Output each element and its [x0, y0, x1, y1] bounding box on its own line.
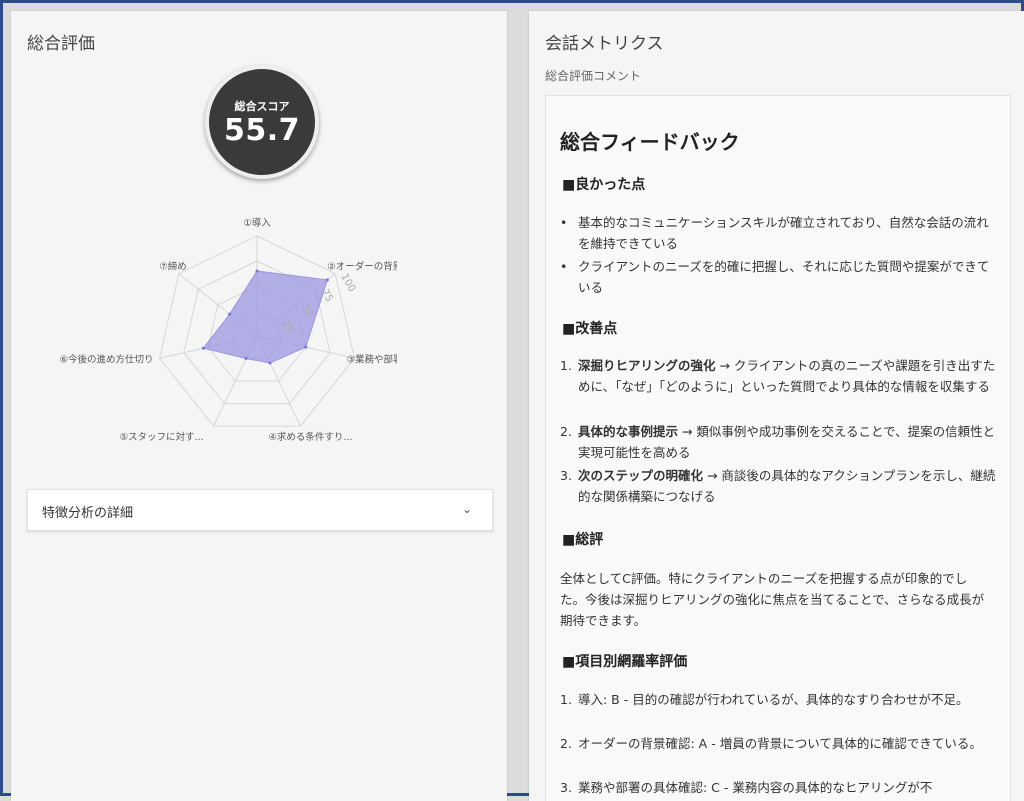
- radar-axis-label: ②オーダーの背景確認: [327, 261, 397, 273]
- feedback-box: 総合フィードバック ■良かった点 • 基本的なコミュニケーションスキルが確立され…: [545, 95, 1011, 801]
- radar-data-point: [255, 269, 259, 273]
- radar-axis-label: ④求める条件すり...: [268, 431, 352, 443]
- comment-label: 総合評価コメント: [545, 69, 642, 83]
- summary-text: 全体としてC評価。特にクライアントのニーズを把握する点が印象的でした。今後は深掘…: [560, 571, 985, 628]
- radar-tick-label: 100: [339, 272, 358, 294]
- radar-data-point: [304, 345, 308, 349]
- feature-analysis-accordion[interactable]: 特徴分析の詳細 ⌄: [27, 489, 493, 531]
- score-value: 55.7: [223, 113, 301, 148]
- radar-data-point: [228, 312, 232, 316]
- radar-chart: 255075100①導入②オーダーの背景確認③業務や部署の具...④求める条件す…: [59, 217, 397, 443]
- good-points-heading: ■良かった点: [562, 177, 646, 193]
- chevron-down-icon: ⌄: [461, 502, 472, 516]
- score-label: 総合スコア: [234, 100, 290, 113]
- radar-axis-label: ⑤スタッフに対す...: [120, 431, 204, 443]
- overall-score-badge: 総合スコア 55.7: [205, 65, 319, 179]
- radar-axis-label: ⑥今後の進め方仕切り: [59, 353, 153, 365]
- radar-data-point: [325, 278, 329, 282]
- radar-axis-label: ③業務や部署の具...: [346, 353, 397, 365]
- radar-data-point: [244, 357, 248, 361]
- accordion-label: 特徴分析の詳細: [42, 506, 134, 521]
- radar-data-point: [268, 361, 272, 365]
- radar-axis-label: ⑦締め: [159, 261, 187, 273]
- summary-heading: ■総評: [562, 532, 604, 548]
- coverage-heading: ■項目別網羅率評価: [562, 654, 688, 670]
- improvement-heading: ■改善点: [562, 321, 618, 337]
- overall-evaluation-panel: 総合評価 総合スコア 55.7 255075100①導入②オーダーの背景確認③業…: [11, 11, 507, 801]
- panel-title: 会話メトリクス: [545, 34, 664, 54]
- radar-data-point: [201, 346, 205, 350]
- feedback-title: 総合フィードバック: [560, 130, 740, 154]
- radar-axis-label: ①導入: [243, 217, 271, 229]
- panel-title: 総合評価: [27, 34, 95, 54]
- conversation-metrics-panel: 会話メトリクス 総合評価コメント 総合フィードバック ■良かった点 • 基本的な…: [529, 11, 1024, 801]
